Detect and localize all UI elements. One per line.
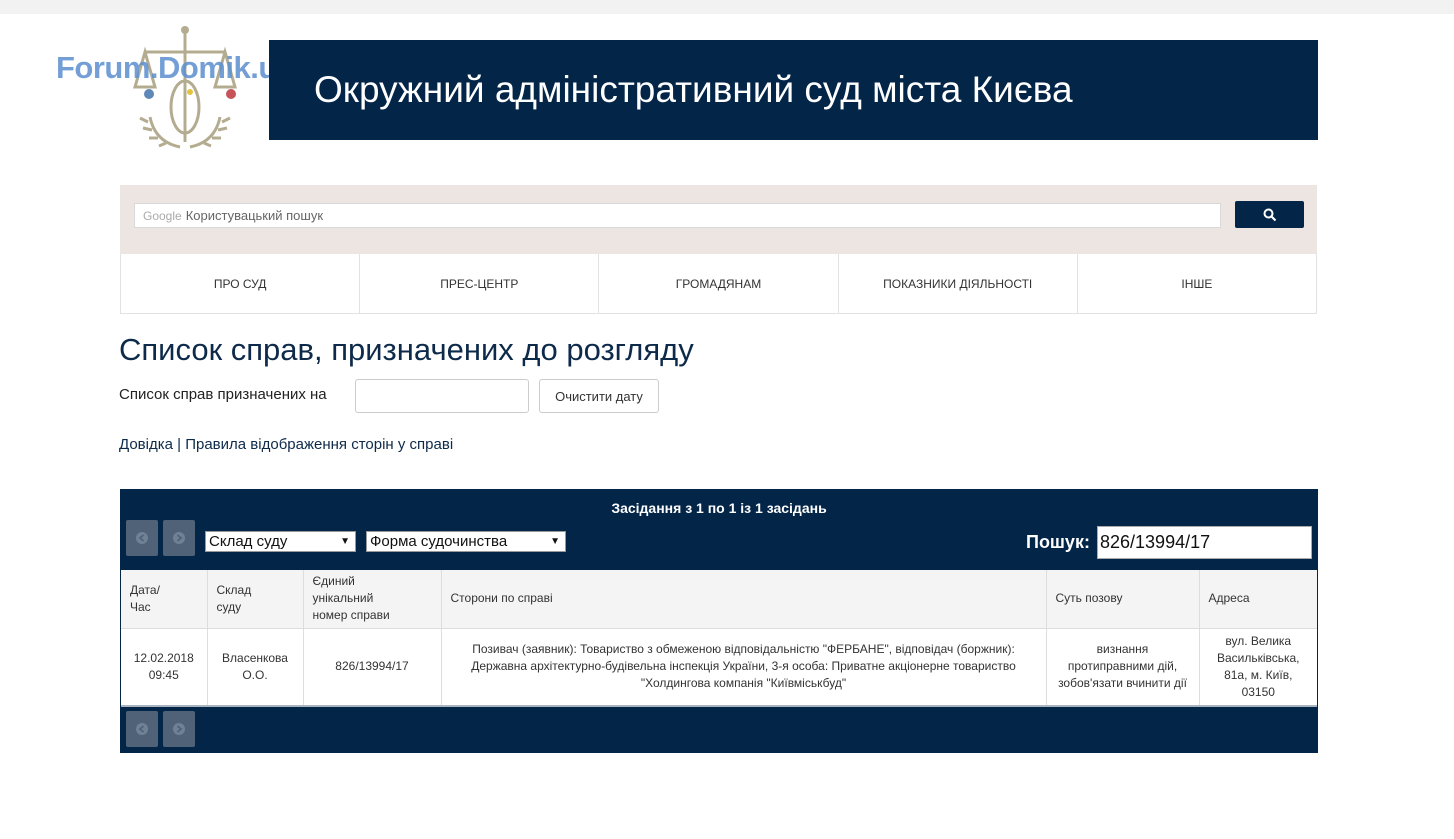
table-row: 12.02.2018 09:45 Власенкова О.О. 826/139… [121, 628, 1317, 705]
help-link[interactable]: Довідка [119, 436, 173, 453]
proceeding-form-value: Форма судочинства [370, 533, 508, 550]
cell-parties: Позивач (заявник): Товариство з обмежено… [441, 628, 1047, 705]
link-separator: | [177, 436, 182, 453]
dropdown-arrow-icon: ▼ [340, 536, 350, 547]
display-rules-link[interactable]: Правила відображення сторін у справі [185, 436, 453, 453]
col-claim[interactable]: Суть позову [1046, 570, 1200, 629]
nav-item-performance[interactable]: ПОКАЗНИКИ ДІЯЛЬНОСТІ [839, 254, 1078, 313]
date-filter-label: Список справ призначених на [119, 386, 327, 403]
date-input[interactable] [355, 379, 529, 413]
help-links: Довідка | Правила відображення сторін у … [119, 436, 453, 453]
table-info: Засідання з 1 по 1 із 1 засідань [611, 500, 827, 516]
court-title: Окружний адміністративний суд міста Києв… [314, 69, 1073, 110]
arrow-left-icon [136, 532, 148, 544]
search-input[interactable]: Google Користувацький пошук [134, 203, 1221, 228]
footer-prev-page-button[interactable] [126, 711, 158, 747]
footer-next-page-button[interactable] [163, 711, 195, 747]
col-date[interactable]: Дата/ Час [121, 570, 208, 629]
court-composition-value: Склад суду [209, 533, 288, 550]
nav-item-about[interactable]: ПРО СУД [121, 254, 361, 313]
watermark-text: Forum.Domik.ua [56, 50, 294, 85]
next-page-button[interactable] [163, 520, 195, 556]
court-composition-select[interactable]: Склад суду ▼ [205, 531, 356, 552]
search-placeholder: Користувацький пошук [185, 208, 324, 223]
col-composition[interactable]: Склад суду [207, 570, 304, 629]
prev-page-button[interactable] [126, 520, 158, 556]
search-button[interactable] [1235, 201, 1304, 228]
court-emblem-logo [133, 26, 237, 149]
arrow-right-icon [173, 723, 185, 735]
cell-claim: визнання протиправними дій, зобов'язати … [1046, 628, 1200, 705]
nav-item-citizens[interactable]: ГРОМАДЯНАМ [599, 254, 839, 313]
table-header-row: Дата/ Час Склад суду Єдиний унікальний н… [121, 570, 1317, 629]
table-controls: Засідання з 1 по 1 із 1 засідань Склад с… [121, 490, 1317, 570]
table-footer [121, 705, 1317, 752]
main-navigation: ПРО СУД ПРЕС-ЦЕНТР ГРОМАДЯНАМ ПОКАЗНИКИ … [120, 254, 1317, 314]
page-title: Список справ, призначених до розгляду [119, 332, 694, 367]
cases-table-panel: Засідання з 1 по 1 із 1 засідань Склад с… [120, 489, 1318, 753]
dropdown-arrow-icon: ▼ [550, 536, 560, 547]
col-parties[interactable]: Сторони по справі [441, 570, 1047, 629]
browser-top-strip [0, 0, 1454, 14]
proceeding-form-select[interactable]: Форма судочинства ▼ [366, 531, 566, 552]
arrow-right-icon [173, 532, 185, 544]
cell-composition: Власенкова О.О. [207, 628, 304, 705]
nav-item-other[interactable]: ІНШЕ [1078, 254, 1316, 313]
cases-table: Дата/ Час Склад суду Єдиний унікальний н… [121, 570, 1317, 705]
cell-date: 12.02.2018 09:45 [121, 628, 208, 705]
court-title-banner: Окружний адміністративний суд міста Києв… [269, 40, 1318, 140]
arrow-left-icon [136, 723, 148, 735]
table-search-label: Пошук: [1026, 532, 1090, 552]
google-label: Google [143, 209, 182, 223]
site-search-bar: Google Користувацький пошук [120, 185, 1317, 254]
cell-address: вул. Велика Васильківська, 81а, м. Київ,… [1216, 633, 1300, 699]
col-address[interactable]: Адреса [1199, 570, 1317, 629]
clear-date-button[interactable]: Очистити дату [539, 379, 659, 413]
nav-item-press-center[interactable]: ПРЕС-ЦЕНТР [360, 254, 600, 313]
cell-case-number: 826/13994/17 [303, 628, 442, 705]
col-case-number[interactable]: Єдиний унікальний номер справи [303, 570, 442, 629]
table-search-input[interactable]: 826/13994/17 [1097, 526, 1312, 559]
search-icon [1263, 208, 1276, 221]
